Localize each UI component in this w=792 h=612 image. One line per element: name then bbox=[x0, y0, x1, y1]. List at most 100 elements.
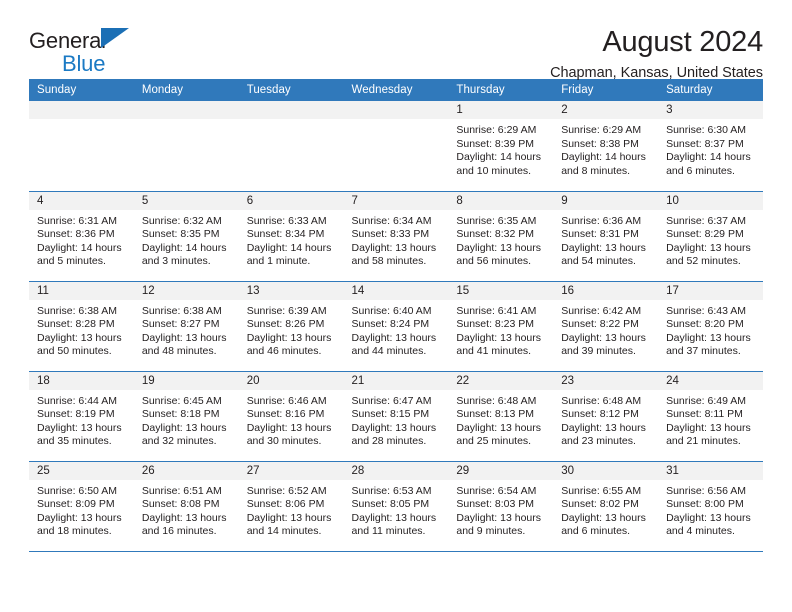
calendar-day-cell[interactable]: 10 Sunrise: 6:37 AM Sunset: 8:29 PM Dayligh… bbox=[658, 191, 763, 282]
calendar-day-cell[interactable]: 29 Sunrise: 6:54 AM Sunset: 8:03 PM Dayligh… bbox=[448, 461, 554, 552]
calendar-day-cell[interactable]: 2 Sunrise: 6:29 AM Sunset: 8:38 PM Daylight… bbox=[553, 101, 659, 192]
day-number: 5 bbox=[133, 191, 239, 210]
daylight-duration: Daylight: 13 hours and 46 minutes. bbox=[246, 331, 332, 358]
calendar-day-cell[interactable]: 16 Sunrise: 6:42 AM Sunset: 8:22 PM Dayligh… bbox=[553, 281, 659, 372]
calendar-day-cell[interactable]: 12 Sunrise: 6:38 AM Sunset: 8:27 PM Dayligh… bbox=[133, 281, 239, 372]
sunrise-time: Sunrise: 6:48 AM bbox=[456, 394, 537, 407]
calendar-day-cell[interactable]: 8 Sunrise: 6:35 AM Sunset: 8:32 PM Daylight… bbox=[448, 191, 554, 282]
day-cell-content: 27 Sunrise: 6:52 AM Sunset: 8:06 PM Dayligh… bbox=[238, 461, 344, 551]
sunset-time: Sunset: 8:29 PM bbox=[666, 228, 744, 241]
calendar-day-cell[interactable]: 19 Sunrise: 6:45 AM Sunset: 8:18 PM Dayligh… bbox=[133, 371, 239, 462]
day-cell-content: 15 Sunrise: 6:41 AM Sunset: 8:23 PM Dayligh… bbox=[448, 281, 554, 371]
calendar-day-cell[interactable]: 4 Sunrise: 6:31 AM Sunset: 8:36 PM Daylight… bbox=[29, 191, 134, 282]
day-sun-info: Sunrise: 6:43 AM Sunset: 8:20 PM Daylight:… bbox=[658, 300, 763, 359]
calendar-day-cell[interactable]: 23 Sunrise: 6:48 AM Sunset: 8:12 PM Dayligh… bbox=[553, 371, 659, 462]
weekday-header-monday: Monday bbox=[133, 79, 239, 101]
calendar-day-cell[interactable]: 14 Sunrise: 6:40 AM Sunset: 8:24 PM Dayligh… bbox=[343, 281, 449, 372]
day-number: 14 bbox=[343, 281, 449, 300]
calendar-day-cell[interactable]: 5 Sunrise: 6:32 AM Sunset: 8:35 PM Daylight… bbox=[133, 191, 239, 282]
day-number: 1 bbox=[448, 101, 554, 119]
sunrise-time: Sunrise: 6:38 AM bbox=[37, 304, 117, 317]
day-cell-content: 31 Sunrise: 6:56 AM Sunset: 8:00 PM Dayligh… bbox=[658, 461, 763, 551]
day-number: 25 bbox=[29, 461, 134, 480]
general-blue-logo[interactable]: General Blue bbox=[29, 27, 149, 75]
daylight-duration: Daylight: 13 hours and 11 minutes. bbox=[351, 511, 437, 538]
calendar-day-cell[interactable]: 15 Sunrise: 6:41 AM Sunset: 8:23 PM Dayligh… bbox=[448, 281, 554, 372]
sunrise-time: Sunrise: 6:36 AM bbox=[561, 214, 642, 227]
day-sun-info: Sunrise: 6:45 AM Sunset: 8:18 PM Daylight:… bbox=[134, 390, 239, 449]
daylight-duration: Daylight: 13 hours and 21 minutes. bbox=[666, 421, 751, 448]
calendar-cell-empty bbox=[133, 101, 239, 192]
daylight-duration: Daylight: 13 hours and 14 minutes. bbox=[246, 511, 332, 538]
day-sun-info: Sunrise: 6:46 AM Sunset: 8:16 PM Daylight:… bbox=[239, 390, 344, 449]
day-cell-content: 16 Sunrise: 6:42 AM Sunset: 8:22 PM Dayligh… bbox=[553, 281, 659, 371]
sunset-time: Sunset: 8:33 PM bbox=[351, 228, 430, 241]
day-cell-content: 8 Sunrise: 6:35 AM Sunset: 8:32 PM Daylight… bbox=[448, 191, 554, 281]
day-cell-content: 21 Sunrise: 6:47 AM Sunset: 8:15 PM Dayligh… bbox=[343, 371, 449, 461]
sunset-time: Sunset: 8:12 PM bbox=[561, 408, 639, 421]
calendar-day-cell[interactable]: 17 Sunrise: 6:43 AM Sunset: 8:20 PM Dayligh… bbox=[658, 281, 763, 372]
calendar-day-cell[interactable]: 22 Sunrise: 6:48 AM Sunset: 8:13 PM Dayligh… bbox=[448, 371, 554, 462]
calendar-week-row: 4 Sunrise: 6:31 AM Sunset: 8:36 PM Daylight… bbox=[29, 191, 763, 282]
day-number: 26 bbox=[133, 461, 239, 480]
day-number: 22 bbox=[448, 371, 554, 390]
day-number: 7 bbox=[343, 191, 449, 210]
sunrise-time: Sunrise: 6:37 AM bbox=[666, 214, 747, 227]
day-number: 15 bbox=[448, 281, 554, 300]
calendar-week-row: 18 Sunrise: 6:44 AM Sunset: 8:19 PM Dayligh… bbox=[29, 371, 763, 462]
calendar-page: General Blue August 2024 Chapman, Kansas… bbox=[0, 0, 792, 612]
day-number bbox=[29, 101, 134, 119]
calendar-day-cell[interactable]: 26 Sunrise: 6:51 AM Sunset: 8:08 PM Dayligh… bbox=[133, 461, 239, 552]
weekday-header-row: Sunday Monday Tuesday Wednesday Thursday… bbox=[29, 79, 763, 101]
daylight-duration: Daylight: 14 hours and 10 minutes. bbox=[456, 151, 542, 177]
day-number: 13 bbox=[238, 281, 344, 300]
calendar-day-cell[interactable]: 13 Sunrise: 6:39 AM Sunset: 8:26 PM Dayligh… bbox=[238, 281, 344, 372]
calendar-day-cell[interactable]: 1 Sunrise: 6:29 AM Sunset: 8:39 PM Daylight… bbox=[448, 101, 554, 192]
calendar-day-cell[interactable]: 31 Sunrise: 6:56 AM Sunset: 8:00 PM Dayligh… bbox=[658, 461, 763, 552]
day-number: 2 bbox=[553, 101, 659, 119]
sunset-time: Sunset: 8:15 PM bbox=[351, 408, 430, 421]
daylight-duration: Daylight: 13 hours and 28 minutes. bbox=[351, 421, 437, 448]
sunset-time: Sunset: 8:31 PM bbox=[561, 228, 639, 241]
calendar-day-cell[interactable]: 28 Sunrise: 6:53 AM Sunset: 8:05 PM Dayligh… bbox=[343, 461, 449, 552]
calendar-day-cell[interactable]: 25 Sunrise: 6:50 AM Sunset: 8:09 PM Dayligh… bbox=[29, 461, 134, 552]
day-cell-content: 12 Sunrise: 6:38 AM Sunset: 8:27 PM Dayligh… bbox=[133, 281, 239, 371]
sunrise-time: Sunrise: 6:42 AM bbox=[561, 304, 642, 317]
daylight-duration: Daylight: 14 hours and 6 minutes. bbox=[666, 151, 751, 177]
sunrise-time: Sunrise: 6:56 AM bbox=[666, 484, 747, 497]
calendar-day-cell[interactable]: 20 Sunrise: 6:46 AM Sunset: 8:16 PM Dayligh… bbox=[238, 371, 344, 462]
day-sun-info: Sunrise: 6:41 AM Sunset: 8:23 PM Daylight:… bbox=[448, 300, 553, 359]
title-block: August 2024 Chapman, Kansas, United Stat… bbox=[550, 27, 763, 82]
sunrise-time: Sunrise: 6:47 AM bbox=[351, 394, 432, 407]
day-number: 21 bbox=[343, 371, 449, 390]
day-sun-info: Sunrise: 6:36 AM Sunset: 8:31 PM Daylight:… bbox=[553, 210, 658, 269]
day-number: 16 bbox=[553, 281, 659, 300]
sunset-time: Sunset: 8:23 PM bbox=[456, 318, 535, 331]
daylight-duration: Daylight: 13 hours and 16 minutes. bbox=[141, 511, 227, 538]
sunset-time: Sunset: 8:11 PM bbox=[666, 408, 743, 421]
calendar-day-cell[interactable]: 30 Sunrise: 6:55 AM Sunset: 8:02 PM Dayligh… bbox=[553, 461, 659, 552]
calendar-day-cell[interactable]: 3 Sunrise: 6:30 AM Sunset: 8:37 PM Daylight… bbox=[658, 101, 763, 192]
calendar-day-cell[interactable]: 11 Sunrise: 6:38 AM Sunset: 8:28 PM Dayligh… bbox=[29, 281, 134, 372]
day-cell-content bbox=[133, 101, 239, 190]
calendar-day-cell[interactable]: 27 Sunrise: 6:52 AM Sunset: 8:06 PM Dayligh… bbox=[238, 461, 344, 552]
calendar-day-cell[interactable]: 7 Sunrise: 6:34 AM Sunset: 8:33 PM Daylight… bbox=[343, 191, 449, 282]
day-sun-info: Sunrise: 6:53 AM Sunset: 8:05 PM Daylight:… bbox=[344, 480, 449, 539]
sunset-time: Sunset: 8:26 PM bbox=[246, 318, 325, 331]
sunrise-sunset-calendar: Sunday Monday Tuesday Wednesday Thursday… bbox=[29, 79, 763, 552]
sunset-time: Sunset: 8:09 PM bbox=[37, 498, 115, 511]
daylight-duration: Daylight: 13 hours and 23 minutes. bbox=[561, 421, 646, 448]
day-cell-content: 3 Sunrise: 6:30 AM Sunset: 8:37 PM Daylight… bbox=[658, 101, 763, 190]
sunrise-time: Sunrise: 6:44 AM bbox=[37, 394, 117, 407]
sunrise-time: Sunrise: 6:35 AM bbox=[456, 214, 537, 227]
calendar-day-cell[interactable]: 21 Sunrise: 6:47 AM Sunset: 8:15 PM Dayligh… bbox=[343, 371, 449, 462]
sunrise-time: Sunrise: 6:51 AM bbox=[141, 484, 222, 497]
day-cell-content: 9 Sunrise: 6:36 AM Sunset: 8:31 PM Daylight… bbox=[553, 191, 659, 281]
daylight-duration: Daylight: 14 hours and 8 minutes. bbox=[561, 151, 646, 177]
calendar-day-cell[interactable]: 9 Sunrise: 6:36 AM Sunset: 8:31 PM Daylight… bbox=[553, 191, 659, 282]
calendar-day-cell[interactable]: 18 Sunrise: 6:44 AM Sunset: 8:19 PM Dayligh… bbox=[29, 371, 134, 462]
day-cell-content: 13 Sunrise: 6:39 AM Sunset: 8:26 PM Dayligh… bbox=[238, 281, 344, 371]
day-sun-info: Sunrise: 6:48 AM Sunset: 8:12 PM Daylight:… bbox=[553, 390, 658, 449]
calendar-day-cell[interactable]: 6 Sunrise: 6:33 AM Sunset: 8:34 PM Daylight… bbox=[238, 191, 344, 282]
calendar-day-cell[interactable]: 24 Sunrise: 6:49 AM Sunset: 8:11 PM Dayligh… bbox=[658, 371, 763, 462]
